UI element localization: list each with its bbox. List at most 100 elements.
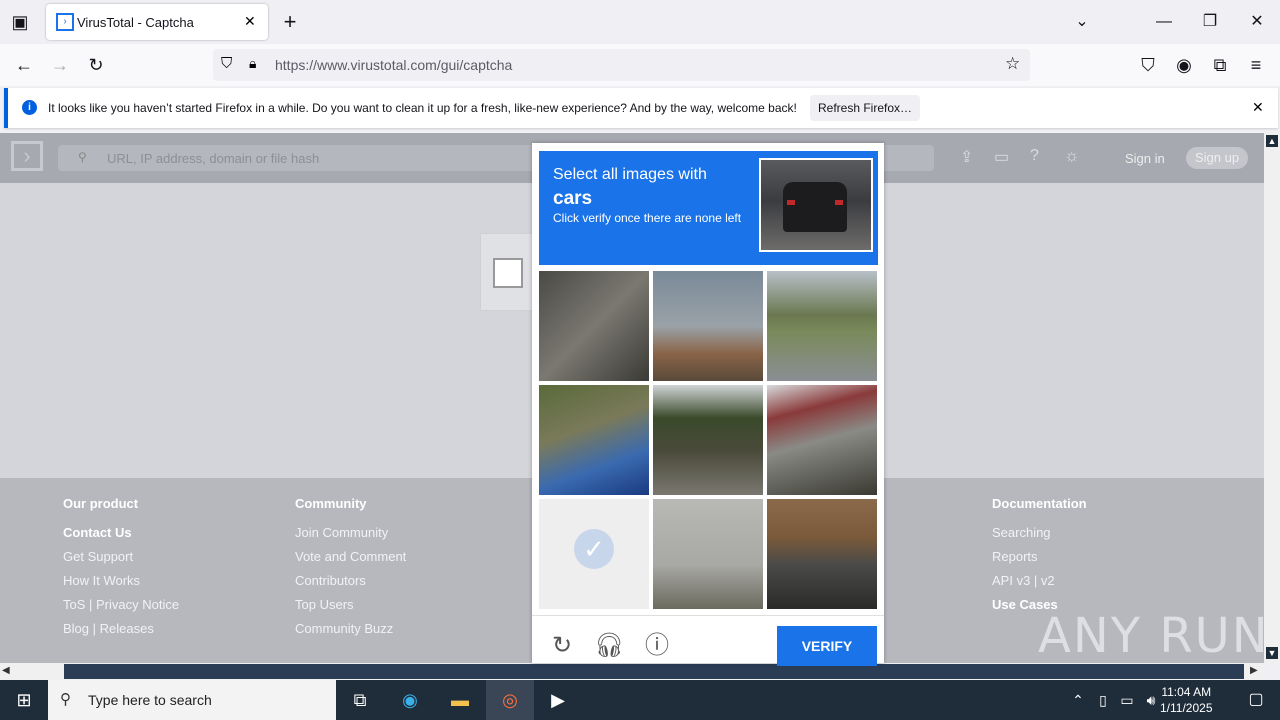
taskbar-clock[interactable]: 11:04 AM 1/11/2025 bbox=[1160, 684, 1213, 716]
captcha-tile-5[interactable] bbox=[653, 385, 763, 495]
close-tab-icon[interactable]: ✕ bbox=[244, 13, 256, 30]
file-explorer-icon[interactable]: ▬ bbox=[436, 680, 484, 720]
search-icon: ⚲ bbox=[60, 691, 71, 708]
reload-icon[interactable]: ↻ bbox=[82, 51, 110, 79]
captcha-tile-3[interactable] bbox=[767, 271, 877, 381]
sign-up-button[interactable]: Sign up bbox=[1186, 147, 1248, 169]
url-text[interactable]: https://www.virustotal.com/gui/captcha bbox=[275, 57, 512, 73]
captcha-tile-4[interactable] bbox=[539, 385, 649, 495]
car-light-right bbox=[835, 200, 843, 205]
upload-icon[interactable]: ⇪ bbox=[960, 147, 973, 167]
menu-icon[interactable]: ≡ bbox=[1242, 51, 1270, 79]
footer-documentation: Documentation Searching Reports API v3 |… bbox=[992, 496, 1087, 617]
task-view-icon[interactable]: ⧉ bbox=[336, 680, 384, 720]
scroll-right-icon[interactable]: ▶ bbox=[1250, 665, 1258, 676]
reload-challenge-icon[interactable]: ↻ bbox=[547, 631, 577, 661]
captcha-header: Select all images with cars Click verify… bbox=[539, 151, 878, 265]
scroll-thumb[interactable] bbox=[64, 664, 1244, 679]
footer-link[interactable]: Reports bbox=[992, 545, 1087, 569]
captcha-tile-7-selected[interactable]: ✓ bbox=[539, 499, 649, 609]
firefox-icon[interactable]: ◎ bbox=[486, 680, 534, 720]
restore-icon[interactable]: ❐ bbox=[1196, 8, 1224, 36]
notification-text: It looks like you haven’t started Firefo… bbox=[48, 101, 797, 115]
back-icon[interactable]: ← bbox=[10, 51, 38, 79]
lock-icon[interactable]: 🔒︎ bbox=[249, 55, 256, 72]
footer-link[interactable]: Contributors bbox=[295, 569, 406, 593]
tab-virustotal[interactable]: › VirusTotal - Captcha ✕ bbox=[46, 4, 268, 40]
footer-link[interactable]: Community Buzz bbox=[295, 617, 406, 641]
refresh-firefox-button[interactable]: Refresh Firefox… bbox=[810, 95, 920, 121]
taskbar-search-box[interactable]: ⚲ Type here to search bbox=[48, 680, 336, 720]
footer-link[interactable]: Join Community bbox=[295, 521, 406, 545]
bookmark-star-icon[interactable]: ☆ bbox=[1005, 54, 1020, 74]
notifications-icon[interactable]: ▢ bbox=[1232, 680, 1280, 720]
captcha-tile-9[interactable] bbox=[767, 499, 877, 609]
anyrun-app-icon[interactable]: ▶ bbox=[534, 680, 582, 720]
new-tab-icon[interactable]: + bbox=[276, 8, 304, 36]
captcha-tile-6[interactable] bbox=[767, 385, 877, 495]
anyrun-watermark: ANY RUN bbox=[1038, 608, 1270, 664]
close-notification-icon[interactable]: ✕ bbox=[1252, 99, 1264, 116]
captcha-instruction: Select all images with bbox=[553, 166, 707, 183]
forward-icon[interactable]: → bbox=[46, 51, 74, 79]
selected-check-icon: ✓ bbox=[574, 529, 614, 569]
device-icon[interactable]: ▯ bbox=[1090, 680, 1116, 720]
captcha-tile-2[interactable] bbox=[653, 271, 763, 381]
extensions-icon[interactable]: ⧉ bbox=[1206, 51, 1234, 79]
verify-button[interactable]: VERIFY bbox=[777, 626, 877, 666]
captcha-target: cars bbox=[553, 188, 593, 209]
browser-titlebar: ▣ › VirusTotal - Captcha ✕ + ⌄ — ❐ ✕ bbox=[0, 0, 1280, 44]
captcha-tile-1[interactable] bbox=[539, 271, 649, 381]
audio-challenge-icon[interactable]: 🎧︎ bbox=[594, 631, 624, 661]
navigation-toolbar: ← → ↻ ⛉ 🔒︎ https://www.virustotal.com/gu… bbox=[0, 44, 1280, 86]
virustotal-logo-icon[interactable]: › bbox=[11, 141, 43, 171]
firefox-notification: i It looks like you haven’t started Fire… bbox=[4, 88, 1278, 128]
footer-link[interactable]: Get Support bbox=[63, 545, 179, 569]
info-challenge-icon[interactable]: ⓘ bbox=[642, 631, 672, 661]
help-icon[interactable]: ? bbox=[1030, 147, 1039, 165]
network-icon[interactable]: ▭ bbox=[1114, 680, 1140, 720]
footer-link[interactable]: Blog | Releases bbox=[63, 617, 179, 641]
footer-our-product: Our product Contact Us Get Support How I… bbox=[63, 496, 179, 641]
sign-in-link[interactable]: Sign in bbox=[1125, 151, 1165, 166]
footer-link[interactable]: API v3 | v2 bbox=[992, 569, 1087, 593]
recaptcha-box bbox=[480, 233, 534, 311]
clock-date: 1/11/2025 bbox=[1160, 701, 1213, 715]
url-bar[interactable]: ⛉ 🔒︎ https://www.virustotal.com/gui/capt… bbox=[213, 49, 1030, 81]
captcha-tile-8[interactable] bbox=[653, 499, 763, 609]
footer-link[interactable]: Searching bbox=[992, 521, 1087, 545]
car-image bbox=[783, 182, 847, 232]
footer-link[interactable]: Vote and Comment bbox=[295, 545, 406, 569]
vertical-scrollbar[interactable]: ▲ ▼ bbox=[1264, 133, 1280, 663]
recaptcha-checkbox[interactable] bbox=[493, 258, 523, 288]
footer-heading: Our product bbox=[63, 496, 139, 511]
scroll-left-icon[interactable]: ◀ bbox=[2, 665, 10, 676]
theme-icon[interactable]: ☼ bbox=[1064, 146, 1080, 166]
taskbar-search-text: Type here to search bbox=[88, 692, 212, 708]
captcha-hint: Click verify once there are none left bbox=[553, 211, 742, 225]
shield-icon[interactable]: ⛉ bbox=[221, 55, 232, 72]
footer-community: Community Join Community Vote and Commen… bbox=[295, 496, 406, 641]
chat-icon[interactable]: ▭ bbox=[994, 147, 1009, 167]
search-placeholder: URL, IP address, domain or file hash bbox=[107, 151, 320, 166]
tab-overview-icon[interactable]: ▣ bbox=[6, 8, 34, 36]
windows-taskbar: ⊞ ⚲ Type here to search ⧉ ◉ ▬ ◎ ▶ ⌃ ▯ ▭ … bbox=[0, 680, 1280, 720]
edge-icon[interactable]: ◉ bbox=[386, 680, 434, 720]
footer-link[interactable]: Contact Us bbox=[63, 521, 179, 545]
start-icon[interactable]: ⊞ bbox=[0, 680, 48, 720]
footer-heading: Documentation bbox=[992, 496, 1087, 511]
info-icon: i bbox=[22, 100, 37, 115]
account-icon[interactable]: ◉ bbox=[1170, 51, 1198, 79]
scroll-up-icon[interactable]: ▲ bbox=[1266, 135, 1278, 147]
close-window-icon[interactable]: ✕ bbox=[1243, 8, 1271, 36]
horizontal-scrollbar[interactable]: ◀ ▶ bbox=[0, 663, 1264, 680]
footer-link[interactable]: Top Users bbox=[295, 593, 406, 617]
footer-link[interactable]: How It Works bbox=[63, 569, 179, 593]
pocket-icon[interactable]: ⛉ bbox=[1134, 51, 1162, 79]
show-hidden-icons[interactable]: ⌃ bbox=[1064, 680, 1092, 720]
minimize-icon[interactable]: — bbox=[1150, 8, 1178, 36]
tab-title: VirusTotal - Captcha bbox=[77, 15, 194, 30]
footer-link[interactable]: ToS | Privacy Notice bbox=[63, 593, 179, 617]
list-tabs-icon[interactable]: ⌄ bbox=[1068, 8, 1096, 36]
car-light-left bbox=[787, 200, 795, 205]
